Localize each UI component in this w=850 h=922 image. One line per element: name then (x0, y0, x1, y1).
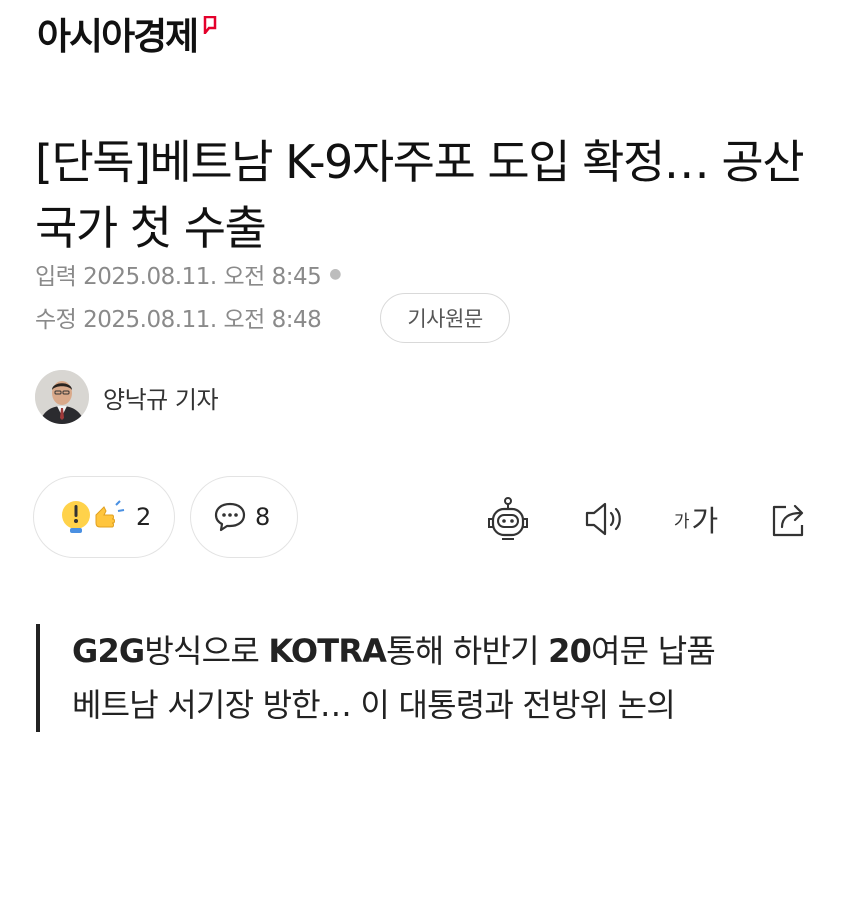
text-to-speech-button[interactable] (578, 494, 628, 544)
font-size-large-icon: 가 (691, 504, 719, 538)
summary-text: 여문 납품 (591, 632, 716, 670)
separator-dot: ● (329, 266, 341, 282)
comment-button[interactable]: 8 (190, 476, 298, 558)
published-label: 입력 (35, 264, 77, 290)
reaction-emoji-icon (62, 500, 125, 533)
avatar-portrait-icon (35, 370, 89, 424)
summary-text: 통해 하반기 (386, 632, 549, 670)
reaction-count: 2 (136, 503, 152, 531)
summary-line-1: G2G방식으로 KOTRA통해 하반기 20여문 납품 (72, 624, 832, 678)
article-summary: G2G방식으로 KOTRA통해 하반기 20여문 납품 베트남 서기장 방한… … (36, 624, 832, 732)
share-button[interactable] (765, 494, 815, 544)
original-article-button[interactable]: 기사원문 (380, 293, 510, 343)
brand-name: 아시아경제 (37, 15, 199, 58)
speaker-icon (585, 502, 621, 536)
font-size-small-icon: 가 (673, 511, 690, 532)
reporter-avatar (35, 370, 89, 424)
brand-logo[interactable]: 아시아경제 (37, 12, 217, 62)
comment-count: 8 (255, 503, 271, 531)
author-info[interactable]: 양낙규 기자 (35, 370, 219, 424)
summary-term: G2G (72, 632, 145, 670)
modified-value: 2025.08.11. 오전 8:48 (83, 307, 322, 333)
modified-label: 수정 (35, 307, 77, 333)
author-name: 양낙규 기자 (103, 385, 219, 414)
summary-term: KOTRA (268, 632, 387, 670)
article-headline: [단독]베트남 K-9자주포 도입 확정… 공산국가 첫 수출 (35, 134, 805, 255)
share-icon (772, 504, 804, 537)
font-size-button[interactable]: 가가 (666, 494, 726, 544)
comment-bubble-icon (214, 502, 246, 532)
brand-mark-icon (203, 16, 217, 34)
summary-text: 방식으로 (144, 632, 269, 670)
robot-summary-icon (488, 497, 528, 540)
summary-line-2: 베트남 서기장 방한… 이 대통령과 전방위 논의 (72, 686, 676, 724)
published-time: 입력 2025.08.11. 오전 8:45 ● (35, 257, 341, 291)
robot-summary-button[interactable] (483, 494, 533, 544)
reaction-button[interactable]: 2 (33, 476, 175, 558)
published-value: 2025.08.11. 오전 8:45 (83, 264, 322, 290)
modified-time: 수정 2025.08.11. 오전 8:48 (35, 300, 322, 334)
summary-term: 20 (548, 632, 592, 670)
